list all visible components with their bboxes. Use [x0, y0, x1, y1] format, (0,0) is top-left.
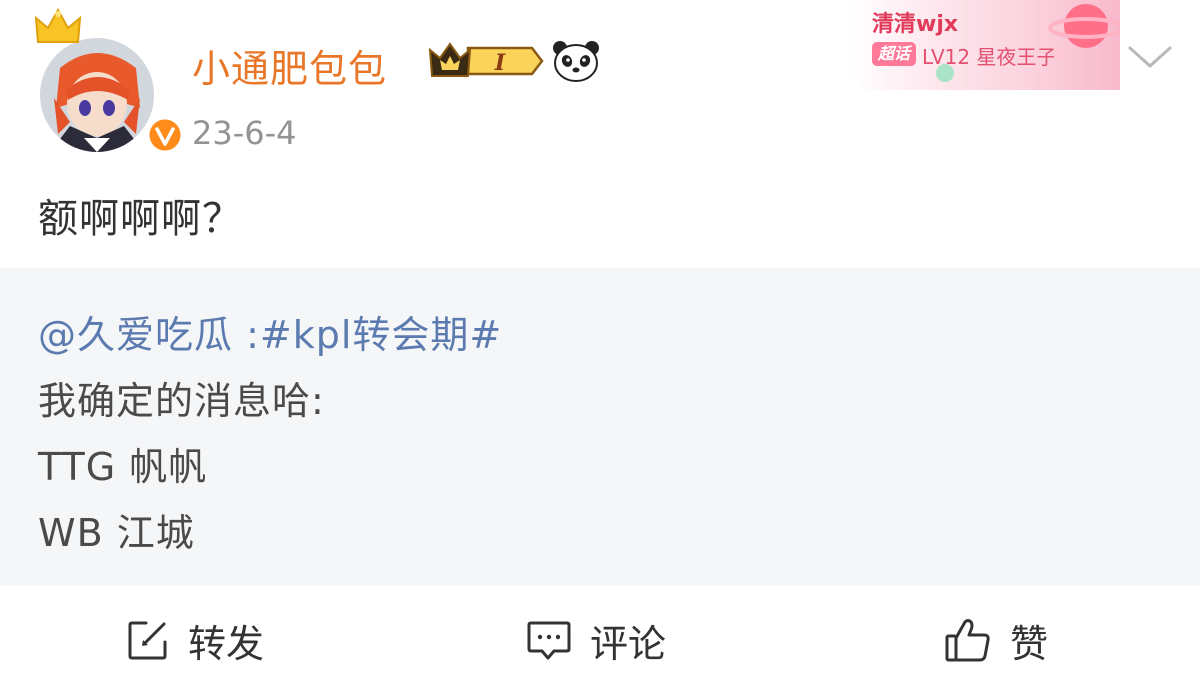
- hashtag-link[interactable]: #kpl转会期#: [260, 313, 502, 357]
- repost-line-1: @久爱吃瓜 :#kpl转会期#: [38, 304, 502, 359]
- repost-line-3: TTG 帆帆: [38, 445, 208, 489]
- panda-icon: [553, 41, 599, 82]
- edit-repost-icon: [128, 621, 167, 660]
- post-header: 小通肥包包 I 23-6-4 清清wjx 超话 LV12 星夜王子: [0, 0, 1200, 170]
- sparkle-icon: [936, 64, 954, 82]
- fan-card[interactable]: 清清wjx 超话 LV12 星夜王子: [850, 0, 1120, 90]
- vip-crown-badge-icon[interactable]: I: [428, 40, 544, 82]
- action-bar: 转发 评论 赞: [0, 586, 1200, 692]
- fan-card-name: 清清wjx: [872, 12, 959, 37]
- comment-button[interactable]: 评论: [526, 616, 666, 666]
- avatar[interactable]: [40, 38, 154, 152]
- comment-label: 评论: [590, 621, 667, 666]
- chevron-down-icon[interactable]: [1126, 42, 1174, 72]
- thumbs-up-icon: [945, 619, 990, 662]
- repost-label: 转发: [188, 621, 265, 666]
- planet-decoration-icon: [1048, 4, 1120, 59]
- repost-line-4: WB 江城: [38, 511, 195, 555]
- mention-link[interactable]: @久爱吃瓜: [38, 313, 233, 357]
- vip-level-text: I: [494, 50, 506, 76]
- mention-separator: :: [233, 313, 260, 357]
- like-button[interactable]: 赞: [944, 616, 1048, 666]
- username[interactable]: 小通肥包包: [192, 38, 387, 93]
- supertopic-tag: 超话: [872, 42, 917, 66]
- crown-icon: [34, 8, 82, 43]
- like-label: 赞: [1010, 621, 1049, 666]
- comment-icon: [527, 621, 571, 660]
- repost-block[interactable]: @久爱吃瓜 :#kpl转会期# 我确定的消息哈: TTG 帆帆 WB 江城: [0, 268, 1200, 586]
- verified-v-icon: [146, 116, 184, 154]
- post-date: 23-6-4: [192, 114, 297, 152]
- repost-button[interactable]: 转发: [126, 616, 264, 666]
- repost-line-2: 我确定的消息哈:: [38, 379, 325, 423]
- post-text: 额啊啊啊？: [38, 196, 243, 242]
- avatar-image: [40, 38, 154, 152]
- avatar-container[interactable]: [28, 8, 184, 154]
